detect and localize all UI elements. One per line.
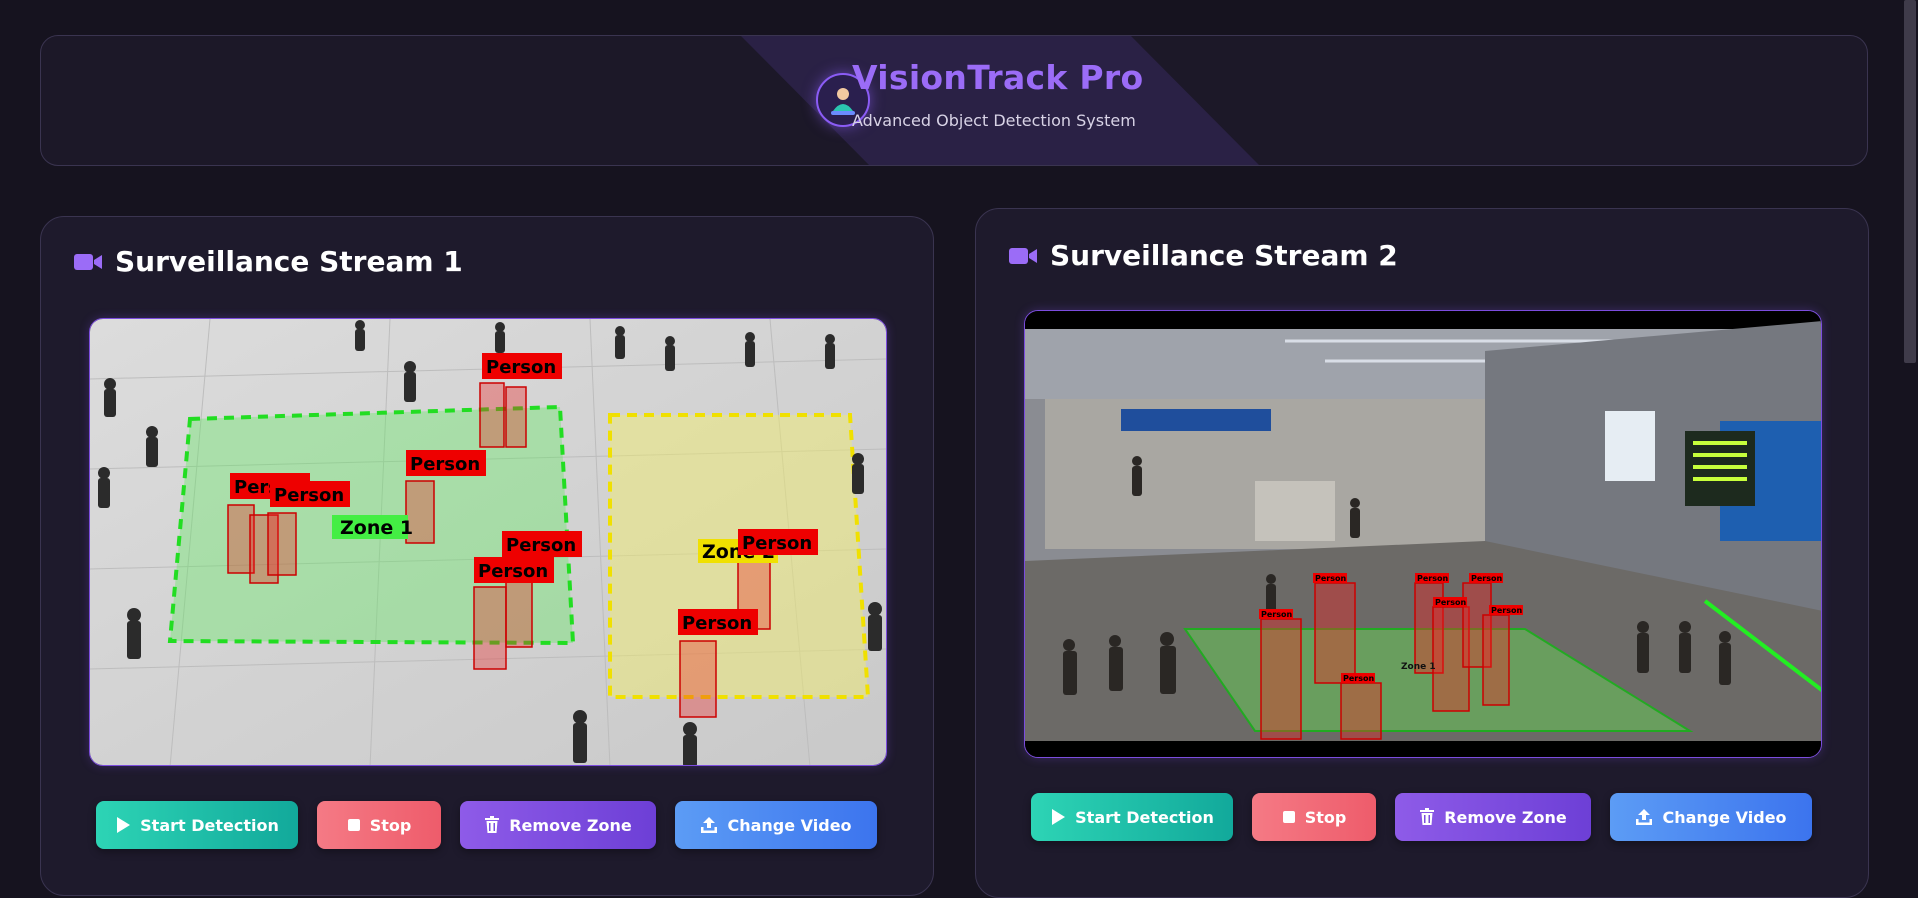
detection-label: Person [682, 613, 752, 634]
stream-title-label: Surveillance Stream 1 [115, 245, 463, 278]
stream-2-frame: Zone 1 Person Person Person Person Perso… [1025, 311, 1821, 757]
zone-label: Zone 1 [340, 517, 413, 539]
start-detection-label: Start Detection [1075, 807, 1214, 827]
remove-zone-button[interactable]: Remove Zone [1395, 793, 1591, 841]
stop-label: Stop [369, 815, 412, 835]
detection-label: Person [410, 454, 480, 475]
remove-zone-label: Remove Zone [1444, 807, 1567, 827]
detection-label: Person [1261, 610, 1292, 619]
app-header: VisionTrack Pro Advanced Object Detectio… [40, 35, 1868, 166]
trash-icon [1420, 808, 1435, 825]
change-video-button[interactable]: Change Video [675, 801, 877, 849]
stop-square-icon [347, 819, 360, 831]
trash-icon [485, 816, 500, 833]
stream-title: Surveillance Stream 1 [73, 245, 463, 278]
remove-zone-button[interactable]: Remove Zone [460, 801, 656, 849]
video-stream-1[interactable]: Zone 1 Zone 2 Person Person Person Perso… [89, 318, 887, 766]
stream-title: Surveillance Stream 2 [1008, 239, 1398, 272]
start-detection-button[interactable]: Start Detection [96, 801, 298, 849]
detection-box [1340, 682, 1382, 740]
stop-square-icon [1282, 811, 1295, 823]
video-camera-icon [74, 253, 102, 270]
detection-label: Person [742, 533, 812, 554]
detection-box [1260, 618, 1302, 740]
start-detection-button[interactable]: Start Detection [1031, 793, 1233, 841]
stop-label: Stop [1304, 807, 1347, 827]
detection-label: Person [486, 357, 556, 378]
change-video-button[interactable]: Change Video [1610, 793, 1812, 841]
stream-1-frame: Zone 1 Zone 2 Person Person Person Perso… [90, 319, 886, 765]
stream-title-label: Surveillance Stream 2 [1050, 239, 1398, 272]
play-icon [117, 817, 131, 833]
detection-box [479, 382, 505, 448]
detection-box [1482, 614, 1510, 706]
detection-label: Person [1435, 598, 1466, 607]
play-icon [1052, 809, 1066, 825]
detection-box [1314, 582, 1356, 684]
detection-label: Person [1471, 574, 1502, 583]
video-camera-icon [1009, 247, 1037, 264]
start-detection-label: Start Detection [140, 815, 279, 835]
stop-button[interactable]: Stop [1252, 793, 1376, 841]
detection-label: Person [1417, 574, 1448, 583]
detection-box [473, 586, 507, 670]
detection-box [267, 512, 297, 576]
detection-box [679, 640, 717, 718]
detection-label: Person [1491, 606, 1522, 615]
detection-label: Person [506, 535, 576, 556]
brand-title: VisionTrack Pro [852, 58, 1144, 97]
stream-panel-2: Surveillance Stream 2 Zone 1 Person Pers… [975, 208, 1869, 898]
detection-label: Person [1315, 574, 1346, 583]
detection-label: Person [274, 485, 344, 506]
detection-label: Person [1343, 674, 1374, 683]
zone-label: Zone 1 [1401, 662, 1436, 672]
page-scrollbar[interactable] [1904, 0, 1916, 363]
stream-2-controls: Start Detection Stop Remove Zone Change … [1031, 793, 1812, 841]
upload-icon [1636, 809, 1653, 825]
stream-panel-1: Surveillance Stream 1 Zone 1 Zone Person… [40, 216, 934, 896]
change-video-label: Change Video [1662, 807, 1787, 827]
video-stream-2[interactable]: Zone 1 Person Person Person Person Perso… [1024, 310, 1822, 758]
remove-zone-label: Remove Zone [509, 815, 632, 835]
stream-1-controls: Start Detection Stop Remove Zone Change … [96, 801, 877, 849]
detection-label: Person [478, 561, 548, 582]
stop-button[interactable]: Stop [317, 801, 441, 849]
brand-subtitle: Advanced Object Detection System [852, 111, 1136, 130]
detection-box [505, 578, 533, 648]
detection-box [505, 386, 527, 448]
change-video-label: Change Video [727, 815, 852, 835]
upload-icon [701, 817, 718, 833]
